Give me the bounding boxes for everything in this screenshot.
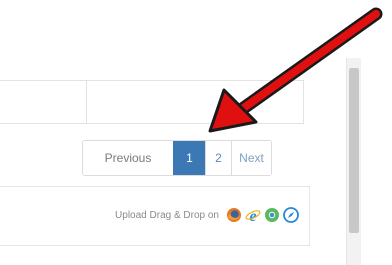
- next-page-button[interactable]: Next: [231, 141, 271, 175]
- upload-support-row: Upload Drag & Drop on e: [115, 207, 299, 223]
- vertical-scrollbar[interactable]: [346, 58, 361, 265]
- table-column-divider: [86, 81, 87, 123]
- svg-text:e: e: [249, 208, 256, 223]
- upload-panel: Upload Drag & Drop on e: [0, 186, 310, 246]
- table-row: [0, 80, 304, 124]
- chrome-icon: [265, 208, 279, 222]
- internet-explorer-icon: e: [245, 208, 261, 223]
- previous-page-button[interactable]: Previous: [83, 141, 173, 175]
- upload-drag-drop-label: Upload Drag & Drop on: [115, 209, 219, 221]
- page-1-button[interactable]: 1: [173, 141, 205, 175]
- scrollbar-thumb[interactable]: [349, 68, 359, 233]
- safari-icon: [283, 207, 299, 223]
- page-2-button[interactable]: 2: [205, 141, 231, 175]
- pagination: Previous 1 2 Next: [82, 140, 272, 176]
- firefox-icon: [227, 208, 241, 222]
